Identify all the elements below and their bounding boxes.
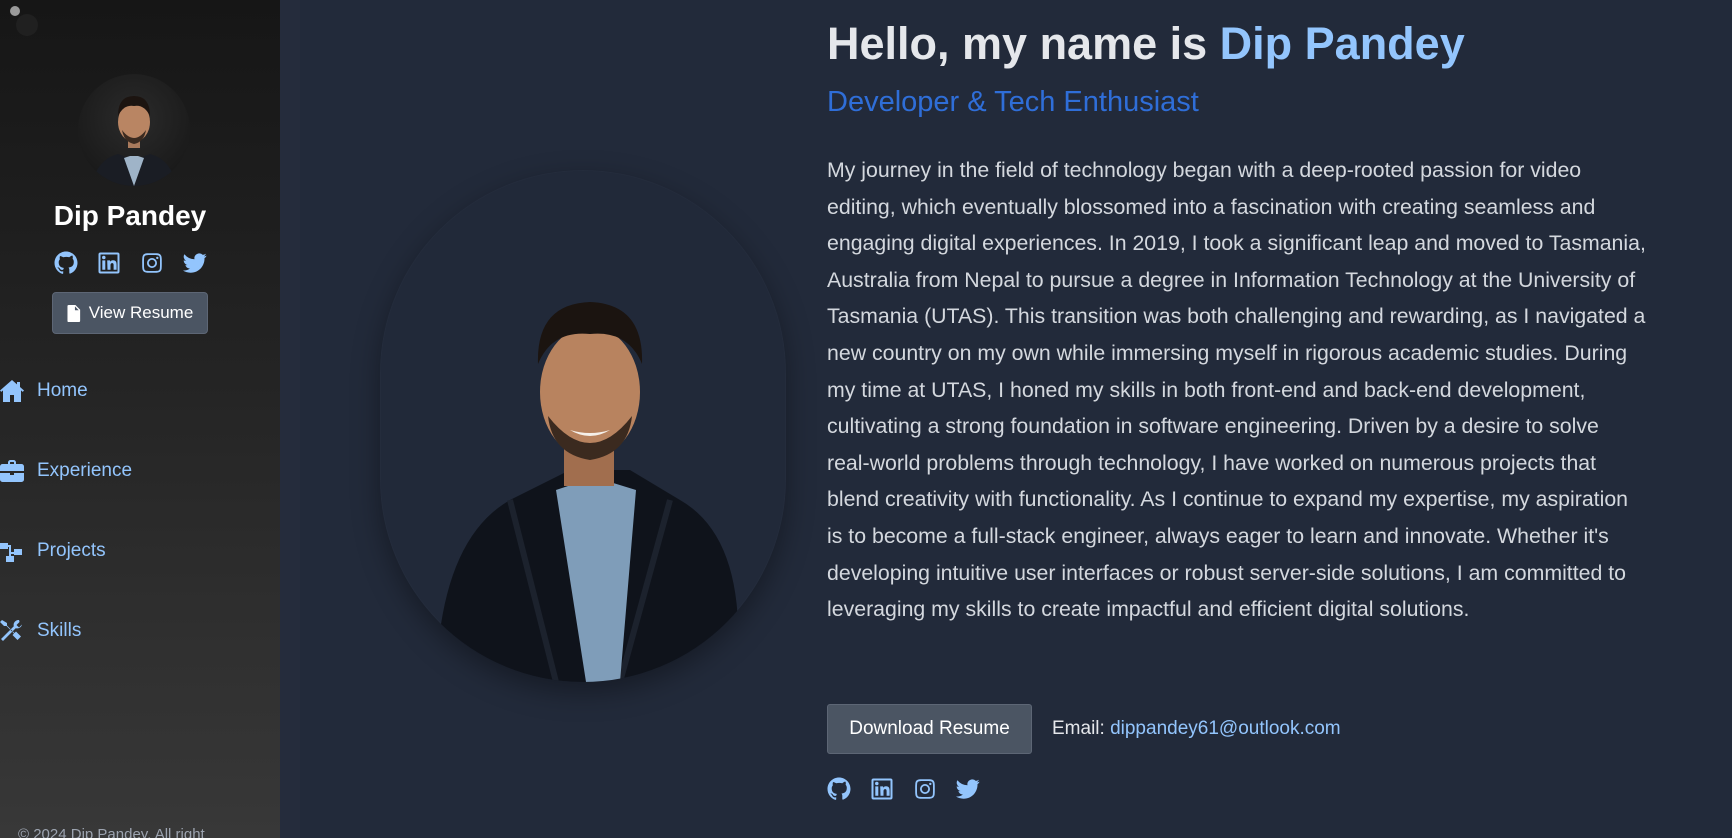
nav-item-label: Experience [37,460,133,481]
project-diagram-icon [0,540,24,562]
home-icon [0,380,24,402]
file-icon [67,305,81,322]
nav-item-label: Projects [37,540,106,561]
nav-item-skills[interactable]: Skills [0,620,81,642]
avatar [78,74,190,186]
twitter-icon[interactable] [182,250,208,276]
page-title: Hello, my name is Dip Pandey [827,18,1465,70]
greeting-text: Hello, my name is [827,18,1220,69]
tools-icon [0,620,24,642]
portrait-photo [436,302,739,682]
nav-item-label: Skills [37,620,82,641]
instagram-icon[interactable] [139,250,165,276]
sidebar-divider [280,0,300,838]
decorative-dot [16,14,38,36]
sidebar: Dip Pandey View Resume Home Experience P… [0,0,280,838]
scroll-dot-icon [10,6,20,16]
view-resume-button[interactable]: View Resume [52,292,208,334]
email-row: Email: dippandey61@outlook.com [1052,718,1341,740]
email-link[interactable]: dippandey61@outlook.com [1110,718,1341,739]
nav-item-experience[interactable]: Experience [0,460,132,482]
instagram-icon[interactable] [912,776,938,802]
bio-paragraph: My journey in the field of technology be… [827,158,1646,622]
portrait-frame [380,170,786,682]
twitter-icon[interactable] [955,776,981,802]
sidebar-social-links [53,250,208,276]
subtitle: Developer & Tech Enthusiast [827,86,1199,118]
download-resume-button[interactable]: Download Resume [827,704,1032,754]
avatar-photo [92,96,176,186]
main-social-links [826,776,981,802]
email-label: Email: [1052,718,1111,739]
github-icon[interactable] [826,776,852,802]
briefcase-icon [0,460,24,482]
nav-item-label: Home [37,380,88,401]
sidebar-name: Dip Pandey [53,200,207,231]
nav-item-projects[interactable]: Projects [0,540,106,562]
linkedin-icon[interactable] [869,776,895,802]
view-resume-label: View Resume [88,303,194,322]
name-highlight: Dip Pandey [1219,18,1465,69]
download-resume-label: Download Resume [849,718,1010,739]
footer-copyright: © 2024 Dip Pandey. All right [18,826,205,838]
github-icon[interactable] [53,250,79,276]
nav-item-home[interactable]: Home [0,380,88,402]
linkedin-icon[interactable] [96,250,122,276]
